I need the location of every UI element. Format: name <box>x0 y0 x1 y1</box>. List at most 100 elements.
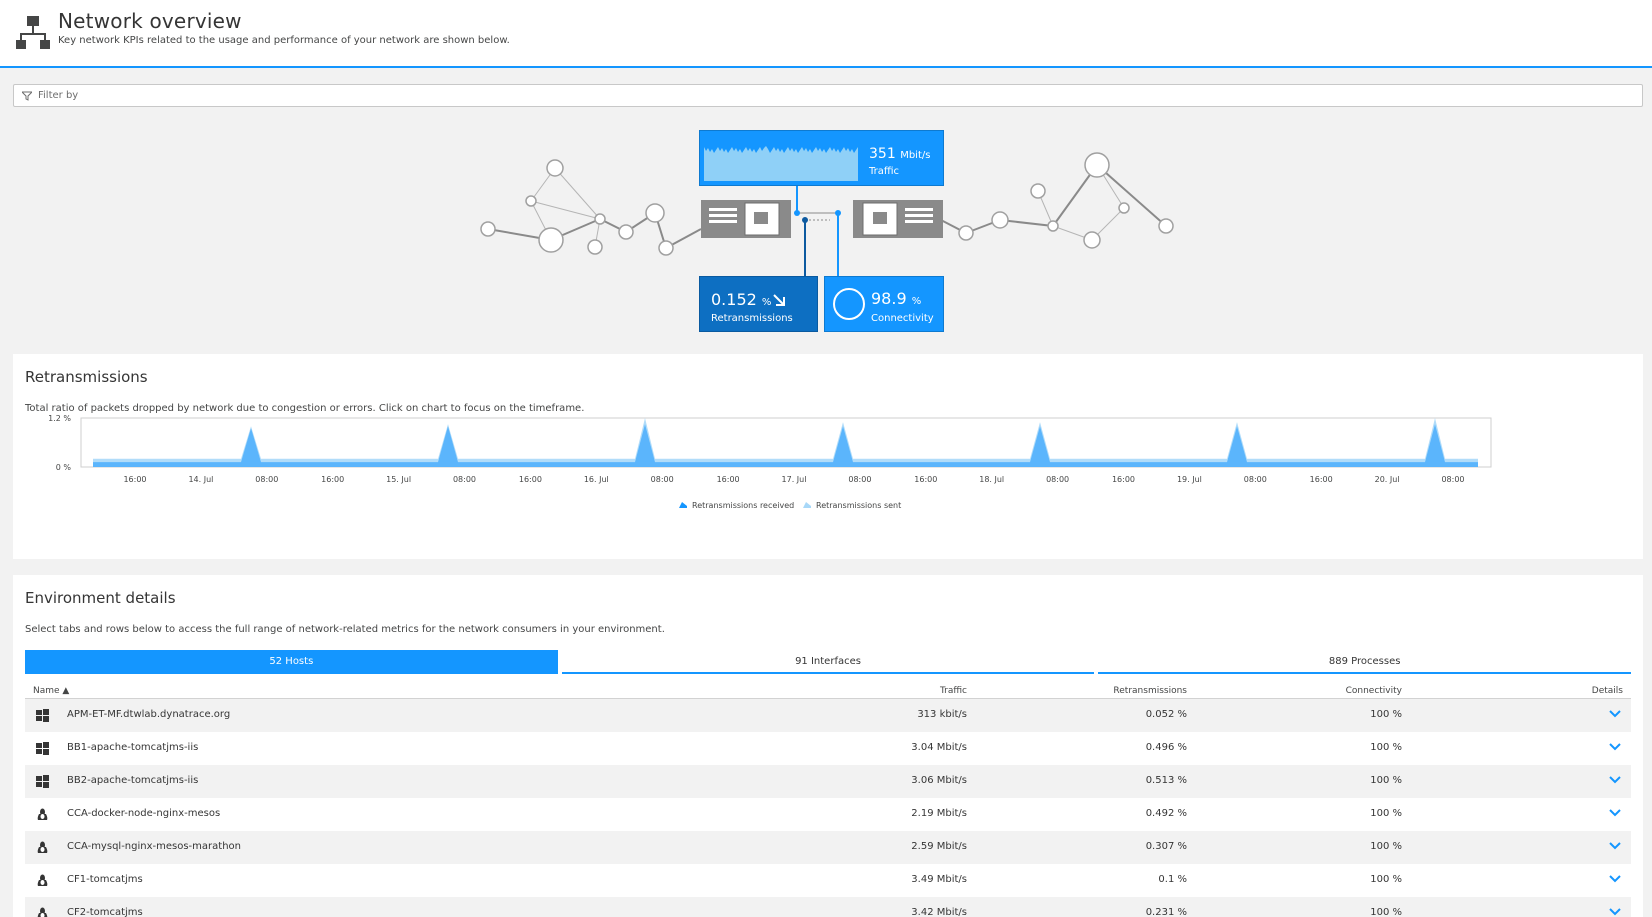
host-name[interactable]: CCA-mysql-nginx-mesos-marathon <box>67 841 241 852</box>
column-name-header[interactable]: Name ▲ <box>33 686 69 696</box>
column-connectivity-header[interactable]: Connectivity <box>1346 686 1402 696</box>
tab-interfaces[interactable]: 91 Interfaces <box>561 650 1095 674</box>
x-tick-label: 08:00 <box>848 475 871 484</box>
x-tick-label: 16:00 <box>321 475 344 484</box>
left-device-icon <box>701 200 791 238</box>
host-retransmissions: 0.052 % <box>1145 709 1187 720</box>
x-tick-label: 18. Jul <box>979 475 1004 484</box>
x-tick-label: 08:00 <box>255 475 278 484</box>
chevron-down-icon[interactable] <box>1607 772 1623 788</box>
column-retransmissions-header[interactable]: Retransmissions <box>1113 686 1187 696</box>
host-name[interactable]: BB1-apache-tomcatjms-iis <box>67 742 198 753</box>
x-tick-label: 16:00 <box>123 475 146 484</box>
host-retransmissions: 0.231 % <box>1145 907 1187 917</box>
host-connectivity: 100 % <box>1370 874 1402 885</box>
x-tick-label: 16:00 <box>1310 475 1333 484</box>
retransmissions-panel: Retransmissions Total ratio of packets d… <box>13 354 1643 559</box>
linux-icon <box>36 907 49 917</box>
host-retransmissions: 0.307 % <box>1145 841 1187 852</box>
windows-icon <box>36 775 49 788</box>
retransmissions-chart[interactable]: 1.2 % 0 % 16:00 14. Jul 08:00 16:00 15. Jul 08:… <box>13 414 1643 559</box>
table-header: Name ▲ Traffic Retransmissions Connectiv… <box>25 685 1631 699</box>
chevron-down-icon[interactable] <box>1607 739 1623 755</box>
filter-placeholder: Filter by <box>38 90 79 101</box>
table-row[interactable]: CF2-tomcatjms 3.42 Mbit/s 0.231 % 100 % <box>25 897 1631 917</box>
host-name[interactable]: BB2-apache-tomcatjms-iis <box>67 775 198 786</box>
host-retransmissions: 0.513 % <box>1145 775 1187 786</box>
x-tick-label: 08:00 <box>651 475 674 484</box>
table-row[interactable]: BB1-apache-tomcatjms-iis 3.04 Mbit/s 0.496… <box>25 732 1631 765</box>
table-row[interactable]: BB2-apache-tomcatjms-iis 3.06 Mbit/s 0.513… <box>25 765 1631 798</box>
chevron-down-icon[interactable] <box>1607 706 1623 722</box>
connectivity-ring-icon <box>833 288 865 320</box>
table-row[interactable]: APM-ET-MF.dtwlab.dynatrace.org 313 kbit/s… <box>25 699 1631 732</box>
retransmissions-number: 0.152 <box>711 290 757 309</box>
tab-processes[interactable]: 889 Processes <box>1098 650 1632 674</box>
traffic-unit: Mbit/s <box>900 150 931 161</box>
host-traffic: 3.06 Mbit/s <box>911 775 967 786</box>
table-row[interactable]: CCA-docker-node-nginx-mesos 2.19 Mbit/s 0.… <box>25 798 1631 831</box>
legend-swatch <box>679 502 687 508</box>
x-tick-label: 08:00 <box>453 475 476 484</box>
host-name[interactable]: CCA-docker-node-nginx-mesos <box>67 808 220 819</box>
retransmissions-unit: % <box>761 297 772 308</box>
retransmissions-value: 0.152 % <box>711 290 771 309</box>
host-retransmissions: 0.492 % <box>1145 808 1187 819</box>
network-icon <box>16 16 50 49</box>
legend-label: Retransmissions sent <box>816 501 901 510</box>
connectivity-number: 98.9 <box>871 289 907 308</box>
retransmissions-label: Retransmissions <box>711 313 793 324</box>
filter-bar[interactable]: Filter by <box>13 84 1643 107</box>
host-name[interactable]: APM-ET-MF.dtwlab.dynatrace.org <box>67 709 230 720</box>
right-device-icon <box>853 200 943 238</box>
legend-swatch <box>803 502 811 508</box>
connectivity-unit: % <box>911 296 922 307</box>
chevron-down-icon[interactable] <box>1607 838 1623 854</box>
host-connectivity: 100 % <box>1370 841 1402 852</box>
host-traffic: 313 kbit/s <box>917 709 967 720</box>
host-retransmissions: 0.1 % <box>1158 874 1187 885</box>
traffic-number: 351 <box>869 146 896 162</box>
environment-description: Select tabs and rows below to access the… <box>25 624 665 635</box>
traffic-tile[interactable]: 351 Mbit/s Traffic <box>699 130 944 186</box>
host-traffic: 3.49 Mbit/s <box>911 874 967 885</box>
x-tick-label: 16:00 <box>519 475 542 484</box>
chevron-down-icon[interactable] <box>1607 805 1623 821</box>
host-connectivity: 100 % <box>1370 709 1402 720</box>
connectivity-tile[interactable]: 98.9 % Connectivity <box>824 276 944 332</box>
y-tick-label: 1.2 % <box>48 414 71 423</box>
x-tick-label: 17. Jul <box>782 475 807 484</box>
x-tick-label: 15. Jul <box>386 475 411 484</box>
host-connectivity: 100 % <box>1370 775 1402 786</box>
x-tick-label: 16:00 <box>1112 475 1135 484</box>
tab-hosts[interactable]: 52 Hosts <box>25 650 558 674</box>
table-row[interactable]: CCA-mysql-nginx-mesos-marathon 2.59 Mbit/… <box>25 831 1631 864</box>
x-tick-label: 16:00 <box>914 475 937 484</box>
traffic-label: Traffic <box>869 166 900 177</box>
series-retransmissions-sent <box>93 418 1478 467</box>
network-topology: 351 Mbit/s Traffic 0.152 % Retransmissio… <box>0 115 1652 345</box>
chevron-down-icon[interactable] <box>1607 904 1623 917</box>
windows-icon <box>36 742 49 755</box>
linux-icon <box>36 808 49 821</box>
x-tick-label: 20. Jul <box>1375 475 1400 484</box>
table-row[interactable]: CF1-tomcatjms 3.49 Mbit/s 0.1 % 100 % <box>25 864 1631 897</box>
x-tick-label: 19. Jul <box>1177 475 1202 484</box>
windows-icon <box>36 709 49 722</box>
linux-icon <box>36 874 49 887</box>
x-tick-label: 14. Jul <box>188 475 213 484</box>
connectivity-label: Connectivity <box>871 313 934 324</box>
column-traffic-header[interactable]: Traffic <box>940 686 967 696</box>
host-retransmissions: 0.496 % <box>1145 742 1187 753</box>
environment-panel: Environment details Select tabs and rows… <box>13 575 1643 917</box>
linux-icon <box>36 841 49 854</box>
retransmissions-description: Total ratio of packets dropped by networ… <box>25 403 585 414</box>
retransmissions-tile[interactable]: 0.152 % Retransmissions <box>699 276 818 332</box>
host-traffic: 3.04 Mbit/s <box>911 742 967 753</box>
chevron-down-icon[interactable] <box>1607 871 1623 887</box>
host-name[interactable]: CF2-tomcatjms <box>67 907 143 917</box>
legend-label: Retransmissions received <box>692 501 794 510</box>
host-name[interactable]: CF1-tomcatjms <box>67 874 143 885</box>
host-traffic: 2.59 Mbit/s <box>911 841 967 852</box>
retransmissions-title: Retransmissions <box>25 368 148 386</box>
